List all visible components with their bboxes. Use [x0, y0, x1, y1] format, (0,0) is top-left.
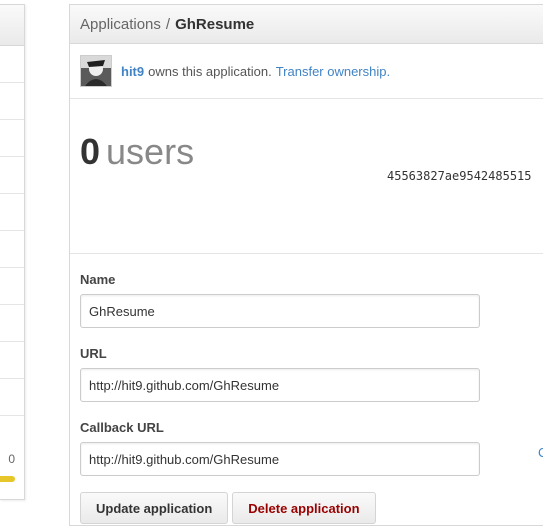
application-panel: Applications / GhResume hit9 owns this a…: [69, 4, 543, 526]
avatar[interactable]: [80, 55, 112, 87]
callback-url-field[interactable]: [80, 442, 480, 476]
sidebar-count: 0: [8, 452, 15, 466]
progress-bar: [0, 476, 15, 482]
sidebar-item[interactable]: [0, 83, 24, 120]
url-label: URL: [80, 346, 107, 361]
sidebar-item[interactable]: [0, 231, 24, 268]
sidebar-item[interactable]: [0, 342, 24, 379]
name-field[interactable]: [80, 294, 480, 328]
side-link-fragment[interactable]: C: [538, 445, 543, 460]
sidebar-item[interactable]: [0, 46, 24, 83]
owner-username-link[interactable]: hit9: [121, 64, 144, 79]
sidebar-item[interactable]: [0, 268, 24, 305]
owner-row: hit9 owns this application. Transfer own…: [70, 44, 543, 99]
delete-application-button[interactable]: Delete application: [232, 492, 376, 524]
owner-text: owns this application.: [148, 63, 272, 79]
breadcrumb-applications[interactable]: Applications: [80, 16, 161, 33]
sidebar-item[interactable]: [0, 157, 24, 194]
transfer-ownership-link[interactable]: Transfer ownership.: [276, 64, 390, 79]
sidebar-item[interactable]: [0, 194, 24, 231]
sidebar: 0: [0, 4, 25, 500]
url-field[interactable]: [80, 368, 480, 402]
client-id: 45563827ae9542485515: [387, 169, 532, 183]
breadcrumb-separator: /: [165, 15, 171, 33]
sidebar-item[interactable]: [0, 379, 24, 416]
sidebar-item[interactable]: [0, 305, 24, 342]
breadcrumb-current: GhResume: [175, 15, 255, 33]
user-count: 0 users: [80, 131, 194, 173]
stats-section: 0 users 45563827ae9542485515: [70, 99, 543, 254]
sidebar-item[interactable]: [0, 120, 24, 157]
breadcrumb: Applications / GhResume: [70, 5, 543, 44]
sidebar-header: [0, 5, 24, 46]
user-count-label: users: [106, 131, 195, 172]
name-label: Name: [80, 272, 116, 287]
form-actions: Update application Delete application: [80, 492, 540, 524]
update-application-button[interactable]: Update application: [80, 492, 229, 524]
callback-url-label: Callback URL: [80, 420, 164, 435]
user-count-number: 0: [80, 131, 101, 172]
application-form: Name URL Callback URL Update application…: [70, 254, 543, 524]
